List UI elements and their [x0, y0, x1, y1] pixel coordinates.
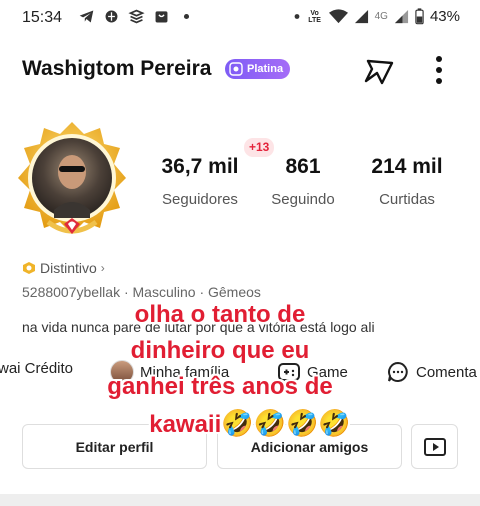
stat-followers[interactable]: 36,7 mil Seguidores — [154, 155, 246, 208]
following-count: 861 — [285, 155, 321, 178]
shortcut-comments[interactable]: Comenta — [386, 360, 477, 384]
distintivo-link[interactable]: Distintivo › — [22, 260, 105, 276]
hexagon-badge-icon — [23, 262, 35, 274]
chevron-right-icon: › — [100, 261, 105, 275]
comment-bubble-icon — [388, 361, 408, 382]
volte-indicator: Vo LTE — [308, 9, 321, 24]
signal-icon — [354, 9, 368, 24]
battery-icon — [415, 8, 424, 25]
wifi-icon — [328, 9, 348, 24]
shop-icon — [155, 11, 168, 23]
profile-avatar[interactable] — [14, 120, 130, 246]
distintivo-label: Distintivo — [40, 260, 97, 276]
caption-line-4: kawaii🤣🤣🤣🤣 — [70, 405, 370, 443]
following-label: Seguindo — [271, 191, 335, 208]
stack-icon — [128, 9, 145, 24]
telegram-icon — [79, 10, 94, 23]
shortcut-credito-label: wai Crédito — [0, 360, 74, 377]
status-bar: 15:34 Vo LTE 4G 43% — [0, 0, 480, 36]
platina-badge-label: Platina — [247, 63, 284, 75]
video-button[interactable] — [411, 424, 458, 469]
caption-line-4-text: kawaii — [149, 411, 222, 438]
dot-icon — [183, 13, 190, 20]
laughing-emoji-icon: 🤣🤣🤣🤣 — [221, 408, 351, 438]
followers-label: Seguidores — [162, 191, 238, 208]
system-icons: Vo LTE 4G 43% — [293, 8, 460, 25]
profile-name: Washigtom Pereira — [22, 57, 212, 80]
platina-badge[interactable]: Platina — [225, 59, 291, 79]
shortcut-comments-label: Comenta — [416, 363, 477, 381]
brain-icon — [105, 10, 118, 23]
video-play-icon — [423, 437, 446, 456]
more-vertical-icon[interactable] — [427, 53, 451, 87]
overlay-caption: olha o tanto de dinheiro que eu ganhei t… — [70, 297, 370, 443]
network-type: 4G — [374, 11, 388, 22]
followers-count: 36,7 mil — [161, 155, 239, 178]
battery-percent: 43% — [429, 8, 460, 25]
stat-following[interactable]: 861 Seguindo — [262, 155, 344, 208]
caption-line-1: olha o tanto de — [134, 301, 306, 328]
shortcut-credito[interactable]: wai Crédito — [0, 360, 73, 377]
dot-icon — [294, 14, 300, 19]
stat-likes[interactable]: 214 mil Curtidas — [360, 155, 454, 208]
share-arrow-icon[interactable] — [362, 53, 396, 87]
likes-label: Curtidas — [379, 191, 435, 208]
diamond-icon — [229, 62, 243, 76]
caption-line-3: ganhei três anos de — [107, 373, 333, 400]
avatar-frame-icon — [18, 122, 126, 234]
bottom-divider — [0, 494, 480, 506]
likes-count: 214 mil — [371, 155, 443, 178]
notification-icons — [78, 8, 195, 25]
signal-icon-2 — [394, 9, 409, 24]
status-time: 15:34 — [22, 9, 63, 26]
caption-line-2: dinheiro que eu — [130, 337, 310, 364]
profile-header: Washigtom Pereira Platina — [0, 50, 480, 90]
